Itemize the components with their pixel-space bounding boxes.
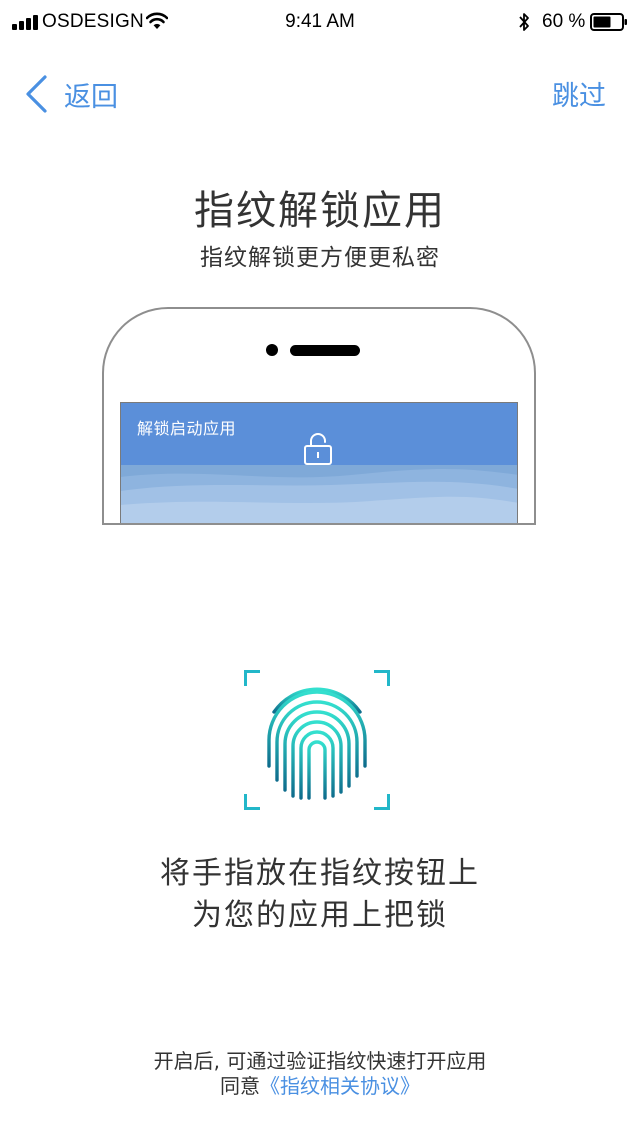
scan-corner-bottom-left <box>244 794 260 810</box>
scan-corner-bottom-right <box>374 794 390 810</box>
fingerprint-scanner[interactable] <box>244 670 390 810</box>
phone-illustration: 解锁启动应用 <box>102 307 536 525</box>
agreement-link[interactable]: 《指纹相关协议》 <box>260 1074 420 1098</box>
skip-button[interactable]: 跳过 <box>552 74 606 113</box>
lock-icon <box>304 433 332 465</box>
instruction-line-2: 为您的应用上把锁 <box>192 898 448 933</box>
bluetooth-icon <box>519 13 529 31</box>
battery-percentage: 60 % <box>542 11 586 32</box>
footer-agreement: 同意《指纹相关协议》 <box>0 1070 640 1099</box>
instruction-line-1: 将手指放在指纹按钮上 <box>160 856 480 891</box>
phone-screen: 解锁启动应用 <box>120 402 518 524</box>
phone-bottom-edge <box>102 523 536 525</box>
agree-prefix: 同意 <box>220 1074 260 1098</box>
fingerprint-icon <box>267 687 367 800</box>
chevron-left-icon <box>26 75 47 113</box>
scan-corner-top-left <box>244 670 260 686</box>
scan-corner-top-right <box>374 670 390 686</box>
screen-label: 解锁启动应用 <box>137 419 237 438</box>
screen-waves <box>121 465 517 524</box>
page-title: 指纹解锁应用 <box>194 188 446 234</box>
page-subtitle: 指纹解锁更方便更私密 <box>200 245 440 271</box>
status-bar: OSDESIGN 9:41 AM 60 % <box>0 0 640 44</box>
phone-speaker <box>290 345 360 356</box>
phone-camera <box>266 344 278 356</box>
back-button[interactable]: 返回 <box>24 72 118 116</box>
battery-icon <box>590 13 627 31</box>
back-label: 返回 <box>64 81 118 113</box>
